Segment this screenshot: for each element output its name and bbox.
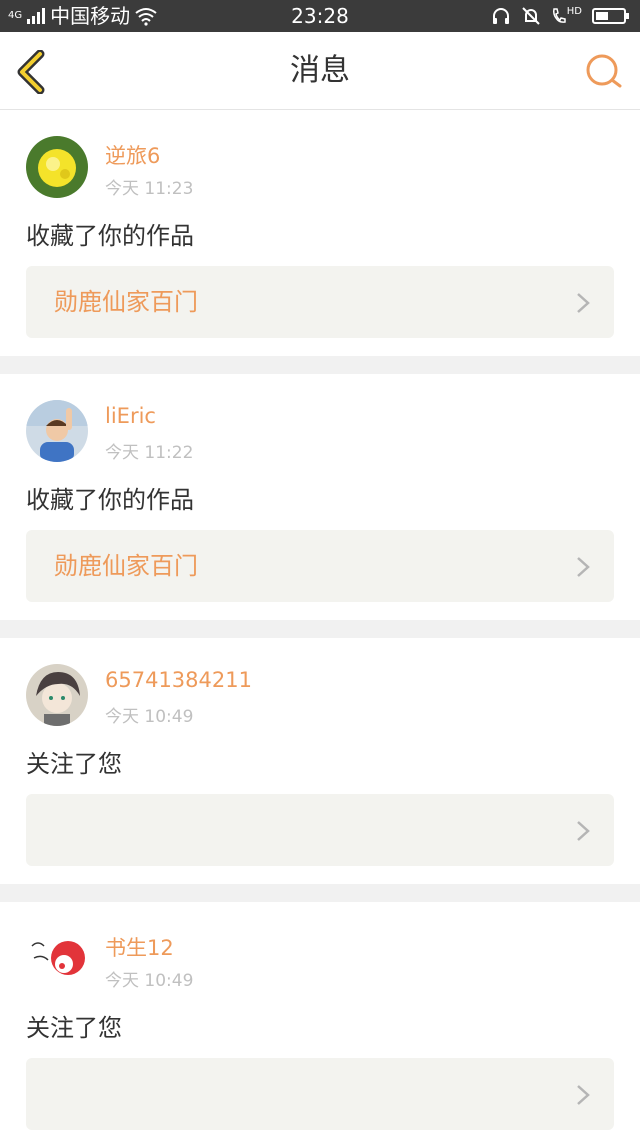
battery-icon bbox=[592, 8, 629, 24]
message-card: 逆旅6 今天 11:23 收藏了你的作品 勋鹿仙家百门 bbox=[0, 110, 640, 356]
timestamp: 今天 10:49 bbox=[105, 707, 194, 727]
status-bar: 4G 中国移动 23:28 HD bbox=[0, 0, 640, 32]
username[interactable]: 书生12 bbox=[105, 932, 174, 962]
timestamp: 今天 11:23 bbox=[105, 179, 194, 199]
work-link[interactable]: 勋鹿仙家百门 bbox=[26, 530, 614, 602]
username[interactable]: 65741384211 bbox=[105, 668, 252, 692]
avatar-image bbox=[26, 664, 88, 726]
avatar-image bbox=[26, 136, 88, 198]
chevron-right-icon bbox=[577, 1085, 590, 1105]
avatar[interactable] bbox=[26, 136, 88, 198]
username[interactable]: 逆旅6 bbox=[105, 140, 160, 170]
chevron-right-icon bbox=[577, 293, 590, 313]
page-title: 消息 bbox=[290, 53, 350, 88]
avatar-image bbox=[26, 928, 88, 990]
work-title: 勋鹿仙家百门 bbox=[54, 288, 198, 316]
timestamp: 今天 11:22 bbox=[105, 443, 194, 463]
chevron-right-icon bbox=[577, 821, 590, 841]
bell-off-icon bbox=[522, 7, 540, 25]
phone-icon bbox=[552, 8, 566, 23]
avatar[interactable] bbox=[26, 400, 88, 462]
hd-label: HD bbox=[566, 6, 582, 17]
username[interactable]: liEric bbox=[105, 404, 156, 428]
avatar[interactable] bbox=[26, 928, 88, 990]
chevron-right-icon bbox=[577, 557, 590, 577]
work-link[interactable] bbox=[26, 794, 614, 866]
action-text: 关注了您 bbox=[26, 750, 122, 778]
action-text: 收藏了你的作品 bbox=[26, 222, 194, 250]
timestamp: 今天 10:49 bbox=[105, 971, 194, 991]
work-link[interactable] bbox=[26, 1058, 614, 1130]
separator bbox=[0, 356, 640, 374]
header-bar: 消息 bbox=[0, 32, 640, 110]
hd-call-indicator: HD bbox=[551, 6, 582, 26]
separator bbox=[0, 620, 640, 638]
avatar-image bbox=[26, 400, 88, 462]
action-text: 收藏了你的作品 bbox=[26, 486, 194, 514]
action-text: 关注了您 bbox=[26, 1014, 122, 1042]
message-card: liEric 今天 11:22 收藏了你的作品 勋鹿仙家百门 bbox=[0, 374, 640, 620]
headphones-icon bbox=[492, 8, 509, 24]
status-right: HD bbox=[491, 0, 630, 32]
separator bbox=[0, 884, 640, 902]
message-card: 书生12 今天 10:49 关注了您 bbox=[0, 902, 640, 1148]
back-button[interactable] bbox=[14, 50, 54, 94]
work-link[interactable]: 勋鹿仙家百门 bbox=[26, 266, 614, 338]
avatar[interactable] bbox=[26, 664, 88, 726]
message-list: 逆旅6 今天 11:23 收藏了你的作品 勋鹿仙家百门 liEric 今天 11… bbox=[0, 110, 640, 1148]
message-card: 65741384211 今天 10:49 关注了您 bbox=[0, 638, 640, 884]
work-title: 勋鹿仙家百门 bbox=[54, 552, 198, 580]
search-button[interactable] bbox=[584, 52, 624, 92]
